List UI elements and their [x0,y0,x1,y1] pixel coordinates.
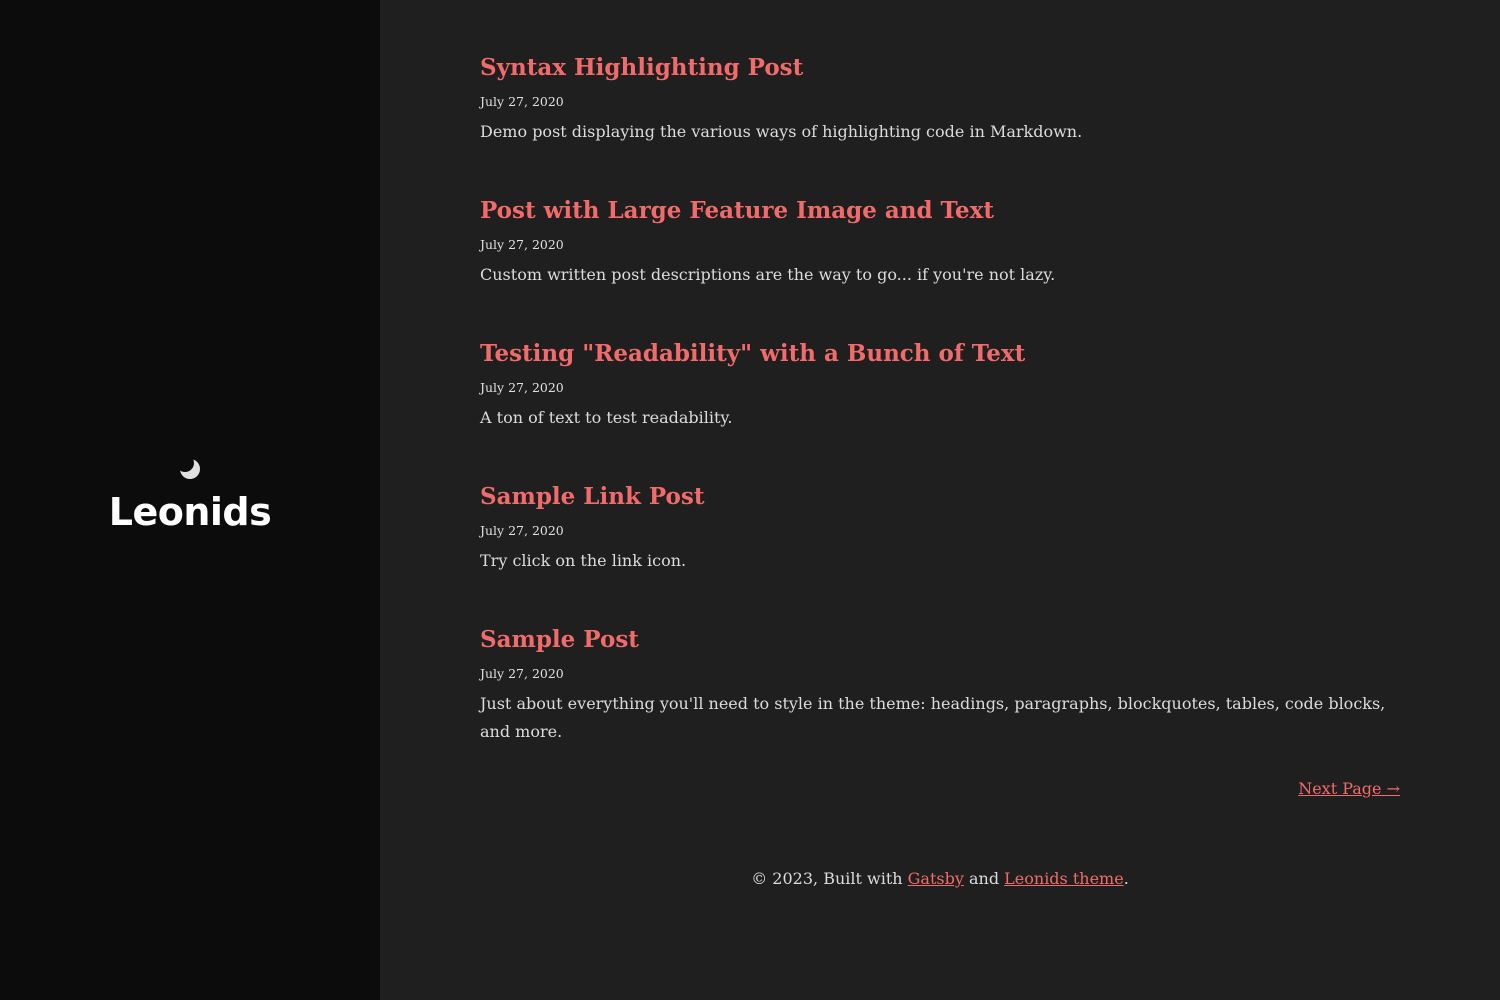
brand: Leonids [0,454,380,534]
post-date: July 27, 2020 [480,666,564,681]
leonids-theme-link[interactable]: Leonids theme [1004,869,1124,888]
footer-middle: and [963,869,1005,888]
post-item: Post with Large Feature Image and Text J… [480,195,1400,289]
post-title-link[interactable]: Sample Link Post [480,481,704,513]
post-description: A ton of text to test readability. [480,408,733,427]
post-title-link[interactable]: Syntax Highlighting Post [480,52,803,84]
moon-icon[interactable] [176,454,202,480]
post-title-link[interactable]: Testing "Readability" with a Bunch of Te… [480,338,1025,370]
footer-prefix: © 2023, Built with [751,869,908,888]
post-item: Sample Link Post July 27, 2020 Try click… [480,481,1400,575]
post-date: July 27, 2020 [480,380,564,395]
main-content: Syntax Highlighting Post July 27, 2020 D… [380,0,1500,1000]
post-item: Syntax Highlighting Post July 27, 2020 D… [480,52,1400,146]
gatsby-link[interactable]: Gatsby [908,869,964,888]
post-list: Syntax Highlighting Post July 27, 2020 D… [480,52,1400,795]
post-title-link[interactable]: Sample Post [480,624,639,656]
post-item: Testing "Readability" with a Bunch of Te… [480,338,1400,432]
post-description: Demo post displaying the various ways of… [480,122,1083,141]
site-title[interactable]: Leonids [0,490,380,534]
next-page-link[interactable]: Next Page → [1298,779,1400,798]
pagination: Next Page → [1298,779,1400,798]
footer-suffix: . [1123,869,1129,888]
post-description: Just about everything you'll need to sty… [480,694,1386,741]
post-item: Sample Post July 27, 2020 Just about eve… [480,624,1400,746]
footer: © 2023, Built with Gatsby and Leonids th… [380,869,1500,888]
post-date: July 27, 2020 [480,94,564,109]
post-title-link[interactable]: Post with Large Feature Image and Text [480,195,994,227]
post-description: Try click on the link icon. [480,551,687,570]
sidebar: Leonids [0,0,380,1000]
post-date: July 27, 2020 [480,237,564,252]
post-date: July 27, 2020 [480,523,564,538]
post-description: Custom written post descriptions are the… [480,265,1056,284]
